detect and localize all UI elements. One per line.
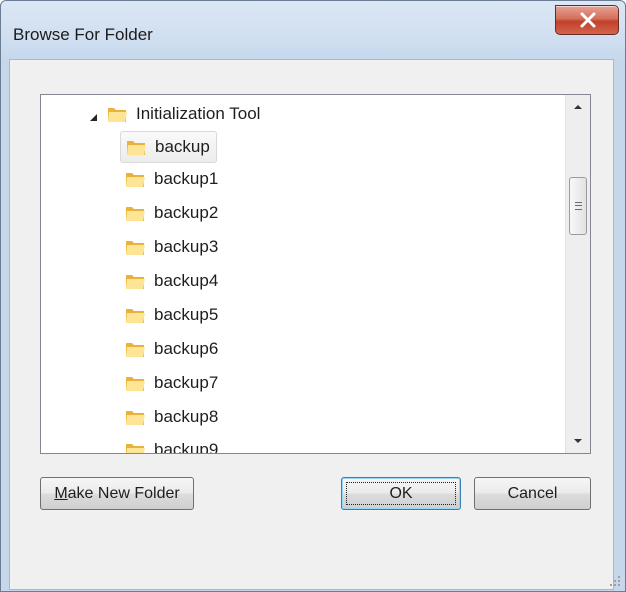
folder-icon bbox=[126, 343, 145, 357]
tree-item-label: Initialization Tool bbox=[136, 104, 261, 123]
tree-item-label: backup8 bbox=[154, 407, 219, 426]
tree-item-label: backup1 bbox=[154, 169, 219, 188]
button-label: ake New Folder bbox=[67, 484, 180, 502]
folder-icon bbox=[108, 108, 127, 122]
scroll-down-button[interactable] bbox=[566, 429, 590, 453]
folder-icon bbox=[127, 141, 146, 155]
tree-item-label: backup4 bbox=[154, 271, 219, 290]
tree-item-label: backup6 bbox=[154, 339, 219, 358]
folder-icon bbox=[126, 173, 145, 187]
arrow-down-icon bbox=[574, 439, 582, 443]
folder-icon bbox=[126, 241, 145, 255]
tree-item-backup9[interactable]: backup9 bbox=[120, 435, 219, 454]
scroll-thumb[interactable] bbox=[569, 177, 587, 235]
browse-for-folder-dialog: Browse For Folder Initialization Tool ba… bbox=[0, 0, 626, 592]
tree-item-backup4[interactable]: backup4 bbox=[120, 266, 218, 296]
tree-item-backup5[interactable]: backup5 bbox=[120, 300, 218, 330]
tree-item-label: backup5 bbox=[154, 305, 219, 324]
tree-item-initialization-tool[interactable]: Initialization Tool bbox=[88, 99, 260, 129]
tree-item-label: backup3 bbox=[154, 237, 219, 256]
close-button[interactable] bbox=[555, 5, 619, 35]
grip-icon bbox=[575, 202, 582, 210]
vertical-scrollbar[interactable] bbox=[565, 95, 590, 453]
window-title: Browse For Folder bbox=[13, 25, 153, 44]
make-new-folder-button[interactable]: Make New Folder bbox=[40, 477, 194, 510]
tree-item-backup6[interactable]: backup6 bbox=[120, 334, 218, 364]
folder-icon bbox=[126, 411, 145, 425]
tree-item-label: backup7 bbox=[154, 373, 219, 392]
folder-icon bbox=[126, 444, 145, 453]
folder-tree[interactable]: Initialization Tool backup backup1 backu… bbox=[40, 94, 591, 454]
resize-grip-icon[interactable] bbox=[609, 575, 621, 587]
expanded-triangle-icon[interactable] bbox=[88, 108, 100, 121]
arrow-up-icon bbox=[574, 105, 582, 109]
tree-item-backup7[interactable]: backup7 bbox=[120, 368, 218, 398]
tree-item-backup3[interactable]: backup3 bbox=[120, 232, 218, 262]
tree-item-backup[interactable]: backup bbox=[120, 131, 217, 163]
ok-button[interactable]: OK bbox=[341, 477, 461, 510]
scroll-up-button[interactable] bbox=[566, 95, 590, 119]
tree-item-label: backup9 bbox=[154, 440, 219, 454]
tree-item-backup8[interactable]: backup8 bbox=[120, 402, 218, 432]
folder-icon bbox=[126, 207, 145, 221]
folder-icon bbox=[126, 309, 145, 323]
title-bar[interactable]: Browse For Folder bbox=[1, 1, 625, 59]
folder-icon bbox=[126, 275, 145, 289]
folder-icon bbox=[126, 377, 145, 391]
button-label: Cancel bbox=[507, 484, 558, 502]
mnemonic-letter: M bbox=[54, 484, 68, 502]
tree-item-label: backup bbox=[155, 137, 210, 156]
focus-rectangle bbox=[346, 482, 456, 505]
tree-item-backup1[interactable]: backup1 bbox=[120, 164, 218, 194]
tree-item-label: backup2 bbox=[154, 203, 219, 222]
cancel-button[interactable]: Cancel bbox=[474, 477, 591, 510]
close-icon bbox=[580, 12, 596, 28]
tree-item-backup2[interactable]: backup2 bbox=[120, 198, 218, 228]
